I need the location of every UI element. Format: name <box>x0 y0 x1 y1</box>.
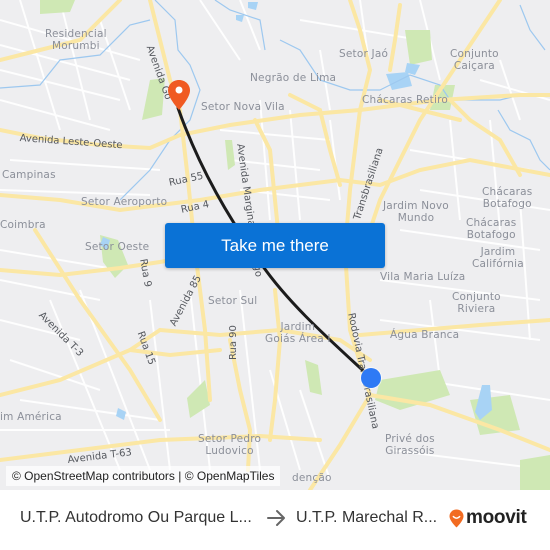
neighborhood-label: Conjunto Caiçara <box>450 48 499 72</box>
neighborhood-label: Jardim Novo Mundo <box>383 200 449 224</box>
map-attribution[interactable]: © OpenStreetMap contributors | © OpenMap… <box>6 466 281 486</box>
origin-stop-name: U.T.P. Autodromo Ou Parque L... <box>20 509 252 526</box>
moovit-pin-icon <box>449 509 464 527</box>
neighborhood-label: Água Branca <box>390 329 460 341</box>
neighborhood-label: denção <box>292 472 332 484</box>
neighborhood-label: Conjunto Riviera <box>452 291 501 315</box>
moovit-wordmark: moovit <box>466 507 527 528</box>
neighborhood-label: Setor Sul <box>208 295 258 307</box>
trip-bar: U.T.P. Autodromo Ou Parque L... U.T.P. M… <box>0 490 550 550</box>
neighborhood-label: Setor Oeste <box>85 241 150 253</box>
neighborhood-label: Setor Jaó <box>339 48 389 60</box>
neighborhood-label: Jardim Goiás Área I <box>265 321 331 345</box>
origin-dot-icon[interactable] <box>359 366 383 390</box>
neighborhood-label: Jardim Califórnia <box>472 246 524 270</box>
neighborhood-label: Setor Pedro Ludovico <box>198 433 262 457</box>
neighborhood-label: Chácaras Botafogo <box>482 186 533 210</box>
take-me-there-button[interactable]: Take me there <box>165 223 385 268</box>
map[interactable]: Residencial Morumbi Setor Jaó Conjunto Cai… <box>0 0 550 490</box>
neighborhood-label: Vila Maria Luíza <box>380 271 466 283</box>
destination-pin-icon[interactable] <box>167 79 191 111</box>
neighborhood-label: Chácaras Botafogo <box>466 217 517 241</box>
neighborhood-label: Setor Nova Vila <box>201 101 285 113</box>
neighborhood-label: Coimbra <box>0 219 46 231</box>
neighborhood-label: im América <box>0 411 62 423</box>
neighborhood-label: Campinas <box>2 169 56 181</box>
neighborhood-label: Chácaras Retiro <box>362 94 449 106</box>
neighborhood-label: Negrão de Lima <box>250 72 337 84</box>
neighborhood-label: Setor Aeroporto <box>81 196 168 208</box>
neighborhood-label: Privé dos Girassóis <box>385 433 435 457</box>
destination-stop-name: U.T.P. Marechal R... <box>296 509 438 526</box>
right-arrow-icon <box>267 510 285 526</box>
road-label: Rua 90 <box>228 325 239 360</box>
neighborhood-label: Residencial Morumbi <box>45 28 107 52</box>
moovit-logo[interactable]: moovit <box>449 507 527 529</box>
